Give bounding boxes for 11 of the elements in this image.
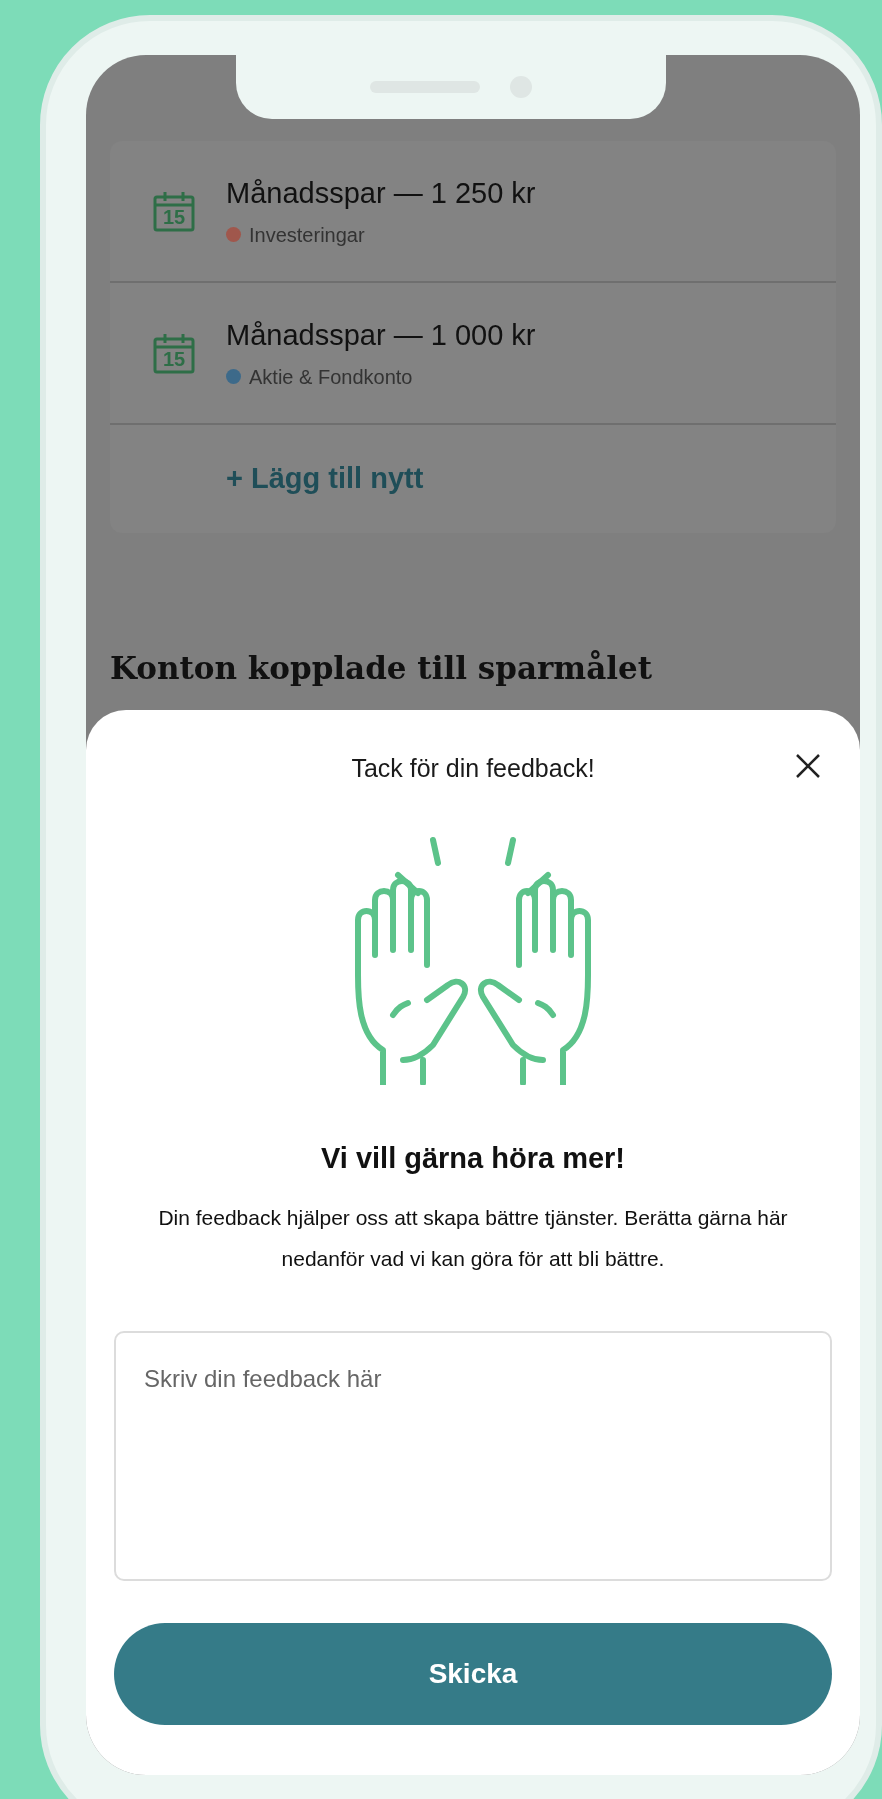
feedback-description: Din feedback hjälper oss att skapa bättre tjänster. Berätta gärna här nedanför vad vi kan göra för att bli bättre. bbox=[157, 1204, 789, 1272]
account-label: Investeringar bbox=[249, 222, 365, 248]
account-label: Aktie & Fondkonto bbox=[249, 364, 413, 390]
feedback-heading: Vi vill gärna höra mer! bbox=[320, 1141, 626, 1176]
savings-title: Månadsspar — 1 000 kr bbox=[226, 318, 536, 354]
sheet-title: Tack för din feedback! bbox=[351, 752, 595, 784]
section-heading: Konton kopplade till sparmålet bbox=[110, 649, 654, 688]
submit-button[interactable]: Skicka bbox=[114, 1622, 832, 1725]
close-icon bbox=[795, 752, 821, 779]
savings-title: Månadsspar — 1 250 kr bbox=[226, 176, 536, 212]
feedback-input[interactable]: Skriv din feedback här bbox=[114, 1330, 832, 1581]
